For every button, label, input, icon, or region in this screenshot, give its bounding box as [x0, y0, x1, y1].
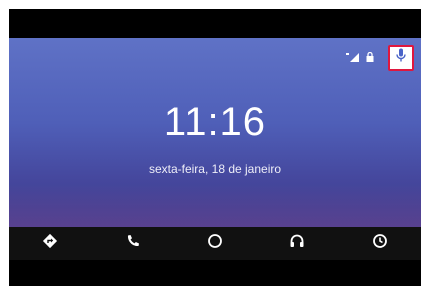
home-circle-icon	[207, 233, 223, 254]
nav-button-music[interactable]	[277, 227, 317, 260]
bottom-bezel	[9, 260, 421, 286]
home-screen: 11:16 sexta-feira, 18 de janeiro	[9, 38, 421, 227]
navigation-icon	[42, 233, 58, 254]
nav-button-phone[interactable]	[113, 227, 153, 260]
navigation-bar	[9, 227, 421, 260]
voice-search-button[interactable]	[388, 45, 414, 71]
headphones-icon	[289, 233, 305, 254]
date-label: sexta-feira, 18 de janeiro	[148, 162, 282, 176]
status-bar	[346, 45, 421, 71]
status-icons	[346, 49, 374, 67]
microphone-icon	[396, 48, 406, 68]
nav-button-home[interactable]	[195, 227, 235, 260]
screenshot-frame: 11:16 sexta-feira, 18 de janeiro	[0, 0, 430, 294]
head-unit-display: 11:16 sexta-feira, 18 de janeiro	[9, 9, 421, 286]
recents-icon	[372, 233, 388, 254]
lock-icon	[366, 49, 374, 67]
nav-button-recents[interactable]	[360, 227, 400, 260]
phone-icon	[126, 234, 140, 253]
signal-icon	[346, 49, 360, 67]
nav-button-navigation[interactable]	[30, 227, 70, 260]
clock: 11:16	[163, 100, 267, 144]
